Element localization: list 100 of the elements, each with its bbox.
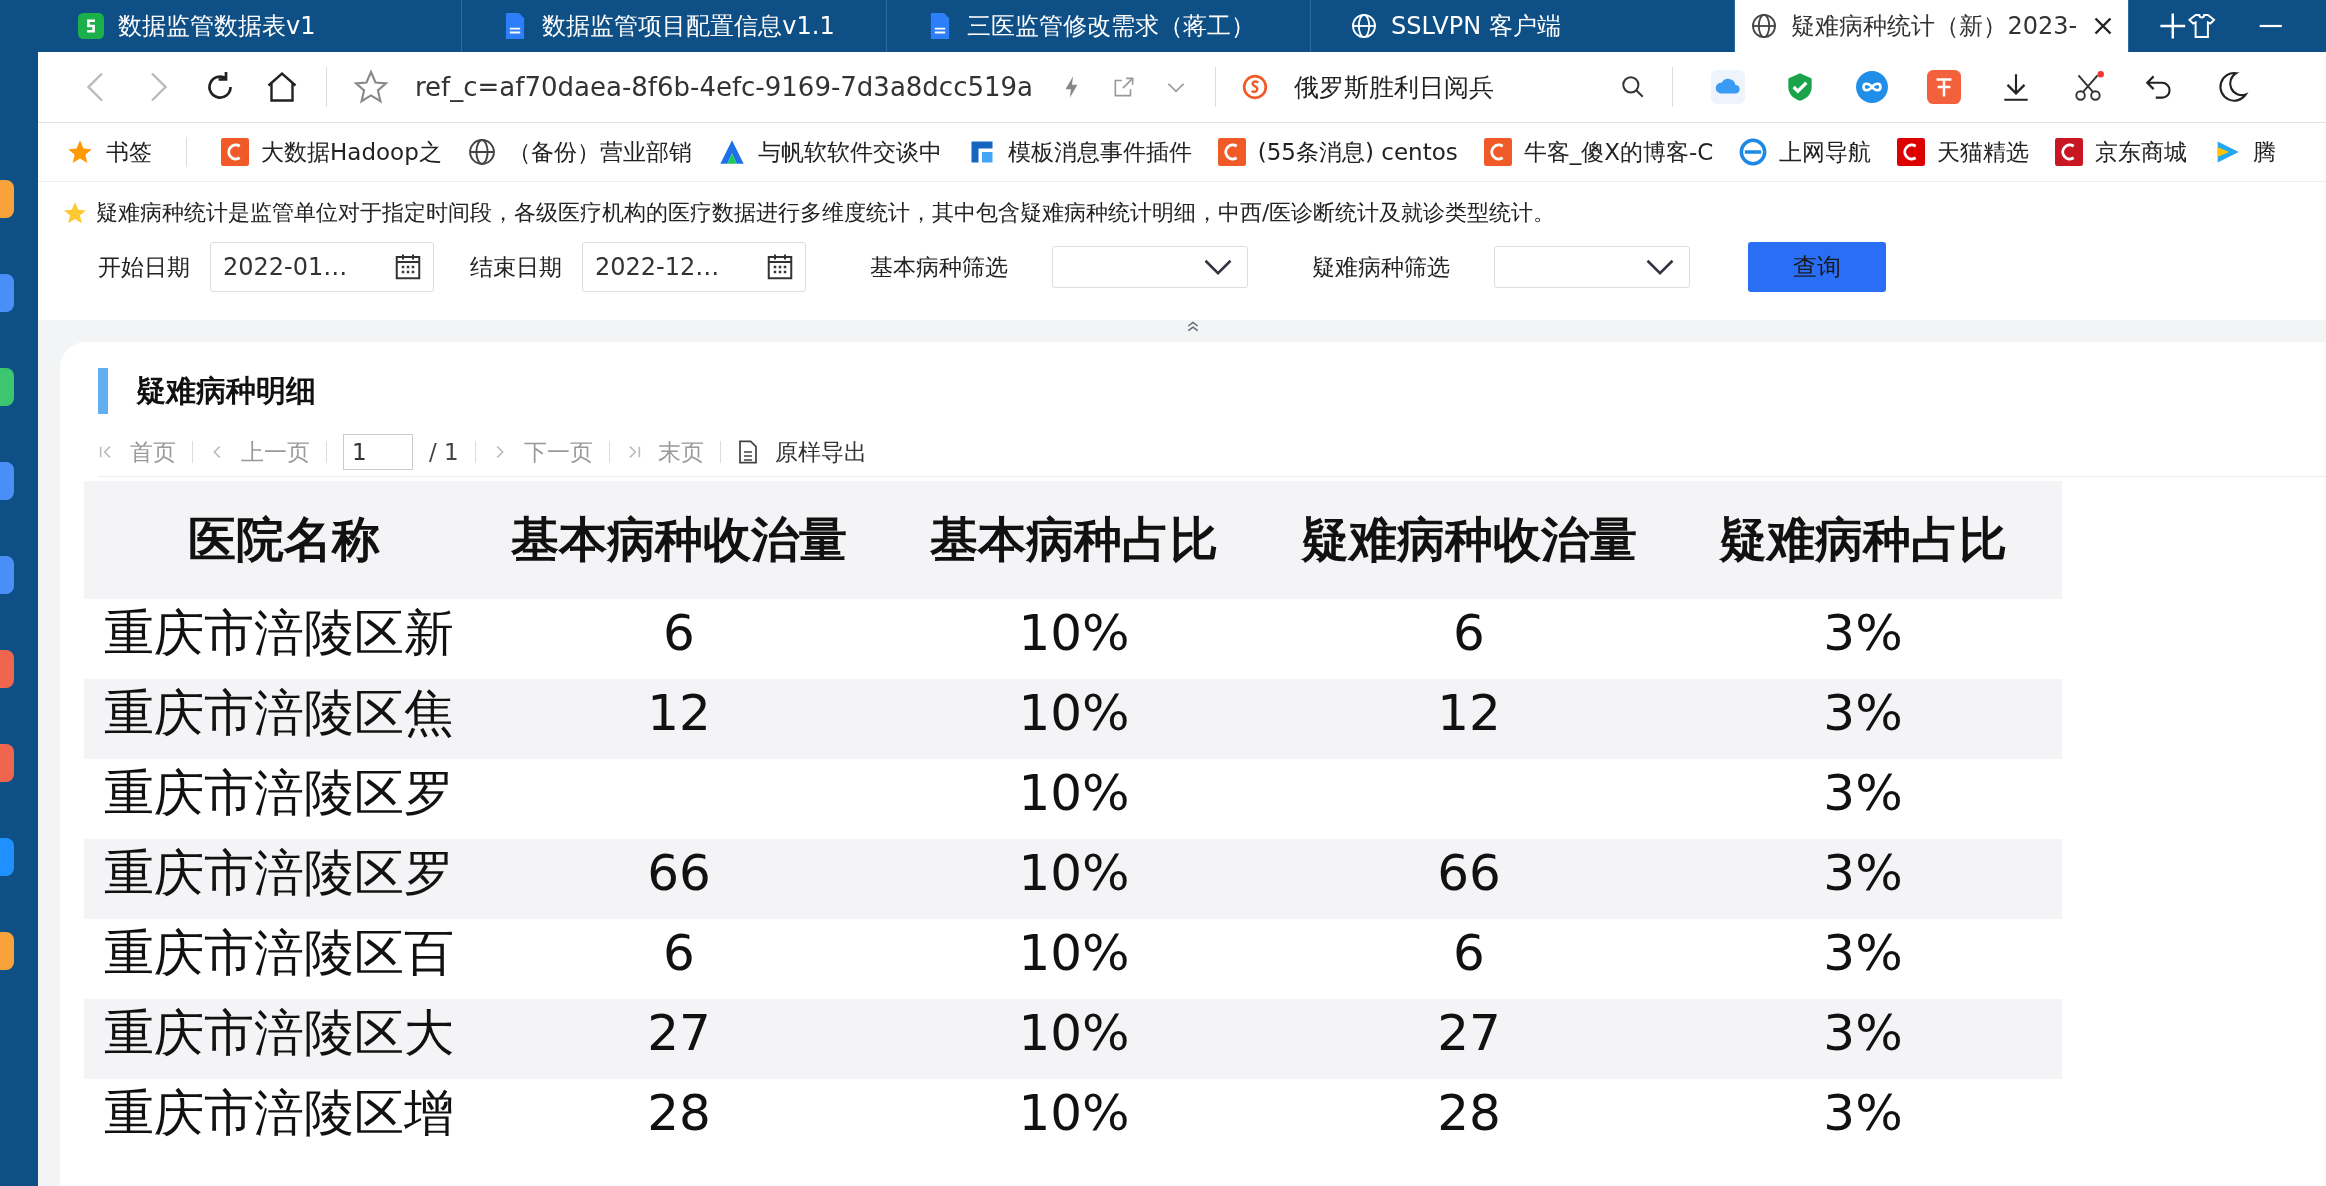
star-icon — [66, 138, 94, 166]
globe-icon — [467, 138, 496, 166]
star-icon — [62, 200, 88, 226]
column-header: 疑难病种收治量 — [1300, 510, 1638, 569]
table-cell: 6 — [1453, 924, 1485, 982]
bookmark[interactable]: （备份）营业部销 — [467, 136, 692, 168]
page-input[interactable]: 1 — [343, 434, 413, 470]
table-cell: 10% — [1018, 924, 1130, 982]
new-tab-icon[interactable] — [2159, 12, 2187, 40]
table-cell: 10% — [1018, 1084, 1130, 1142]
table-cell: 3% — [1823, 924, 1903, 982]
table-cell: 10% — [1018, 764, 1130, 822]
caret-icon — [1645, 258, 1675, 276]
table-cell: 3% — [1823, 764, 1903, 822]
app-icon[interactable] — [0, 274, 14, 312]
app-icon[interactable] — [0, 180, 14, 218]
bookmark[interactable]: 牛客_傻X的博客-C — [1483, 136, 1714, 168]
page-total: / 1 — [429, 439, 459, 465]
bookmark[interactable]: (55条消息) centos — [1217, 136, 1458, 168]
table-cell: 重庆市涪陵区焦 — [104, 684, 454, 742]
app-icon[interactable] — [0, 650, 14, 688]
table-cell: 10% — [1018, 604, 1130, 662]
bookmark[interactable]: 京东商城 — [2055, 136, 2188, 168]
table-cell: 28 — [647, 1084, 711, 1142]
table-cell: 重庆市涪陵区百 — [104, 924, 454, 982]
address-field[interactable]: ref_c=af70daea-8f6b-4efc-9169-7d3a8dcc519a — [415, 72, 1034, 102]
sheet-icon — [78, 13, 104, 39]
browser-tab[interactable]: 三医监管修改需求（蒋工） — [886, 0, 1312, 52]
start-date-label: 开始日期 — [98, 252, 190, 282]
bookmark[interactable]: 模板消息事件插件 — [967, 136, 1192, 168]
table-cell: 3% — [1823, 1004, 1903, 1062]
browser-tab[interactable]: 数据监管项目配置信息v1.1 — [462, 0, 887, 52]
table-cell: 6 — [663, 924, 695, 982]
end-date-label: 结束日期 — [470, 252, 562, 282]
section-title: 疑难病种明细 — [136, 371, 316, 410]
table-cell: 12 — [647, 684, 711, 742]
app-icon[interactable] — [0, 368, 14, 406]
app-icon[interactable] — [0, 744, 14, 782]
column-header: 基本病种占比 — [929, 510, 1219, 569]
end-date-field[interactable]: 2022-12… — [582, 242, 806, 292]
logo-icon — [1217, 138, 1246, 166]
browser-tab[interactable]: 数据监管数据表v1 — [38, 0, 463, 52]
export-link[interactable]: 原样导出 — [774, 436, 867, 468]
cloud-icon[interactable] — [1711, 70, 1746, 104]
table-cell: 重庆市涪陵区罗 — [104, 764, 454, 822]
bookmark[interactable]: 腾 — [2213, 136, 2277, 168]
translate-icon[interactable] — [1927, 70, 1962, 104]
app-icon[interactable] — [0, 838, 14, 876]
table-cell: 10% — [1018, 684, 1130, 742]
table-cell: 3% — [1823, 844, 1903, 902]
close-icon[interactable] — [2094, 17, 2113, 35]
calendar-icon[interactable] — [765, 252, 795, 282]
accent-bar — [98, 368, 108, 414]
table-cell: 12 — [1437, 684, 1501, 742]
bookmark[interactable]: 大数据Hadoop之 — [221, 136, 442, 168]
search-engine-icon[interactable] — [1242, 74, 1269, 100]
search-field[interactable]: 俄罗斯胜利日阅兵 — [1294, 70, 1595, 104]
table-cell: 10% — [1018, 1004, 1130, 1062]
table-cell: 重庆市涪陵区新 — [104, 604, 454, 662]
globe-icon — [1751, 13, 1778, 39]
collapse-icon[interactable] — [1186, 320, 1200, 332]
bookmark[interactable]: 与帆软软件交谈中 — [717, 136, 942, 168]
table-cell: 3% — [1823, 684, 1903, 742]
logo-icon — [221, 138, 249, 166]
table-cell: 28 — [1437, 1084, 1501, 1142]
app-icon[interactable] — [0, 462, 14, 500]
table-cell: 6 — [1453, 604, 1485, 662]
shirt-icon[interactable] — [2186, 11, 2217, 41]
calendar-icon[interactable] — [393, 252, 423, 282]
table-cell: 重庆市涪陵区大 — [104, 1004, 454, 1062]
table-cell: 3% — [1823, 604, 1903, 662]
infinity-icon[interactable] — [1855, 70, 1890, 104]
logo-icon — [717, 138, 746, 166]
column-header: 基本病种收治量 — [510, 510, 848, 569]
table-cell: 66 — [1437, 844, 1501, 902]
globe-icon — [1351, 13, 1378, 39]
basic-disease-label: 基本病种筛选 — [870, 252, 1008, 282]
start-date-field[interactable]: 2022-01… — [210, 242, 434, 292]
export-icon[interactable] — [736, 440, 759, 464]
app-icon[interactable] — [0, 932, 14, 970]
logo-icon — [1483, 138, 1512, 166]
table-cell: 重庆市涪陵区罗 — [104, 844, 454, 902]
star-icon[interactable] — [353, 69, 389, 105]
bookmark[interactable]: 书签 — [66, 136, 152, 168]
table-cell: 重庆市涪陵区增 — [104, 1084, 454, 1142]
column-header: 疑难病种占比 — [1718, 510, 2008, 569]
bookmark[interactable]: 天猫精选 — [1897, 136, 2030, 168]
table-cell: 3% — [1823, 1084, 1903, 1142]
query-button[interactable]: 查询 — [1748, 242, 1886, 292]
notice-text: 疑难病种统计是监管单位对于指定时间段，各级医疗机构的医疗数据进行多维度统计，其中包含疑难病种统计明细，中西/医诊断统计及就诊类型统计。 — [96, 199, 1556, 227]
caret-icon — [1203, 258, 1233, 276]
logo-icon — [2055, 138, 2084, 166]
table-cell: 10% — [1018, 844, 1130, 902]
difficult-disease-label: 疑难病种筛选 — [1312, 252, 1450, 282]
browser-tab[interactable]: 疑难病种统计（新）2023- — [1735, 0, 2130, 52]
app-icon[interactable] — [0, 556, 14, 594]
column-header: 医院名称 — [187, 510, 381, 569]
bookmark[interactable]: 上网导航 — [1739, 136, 1872, 168]
table-cell: 66 — [647, 844, 711, 902]
table-cell: 27 — [647, 1004, 711, 1062]
